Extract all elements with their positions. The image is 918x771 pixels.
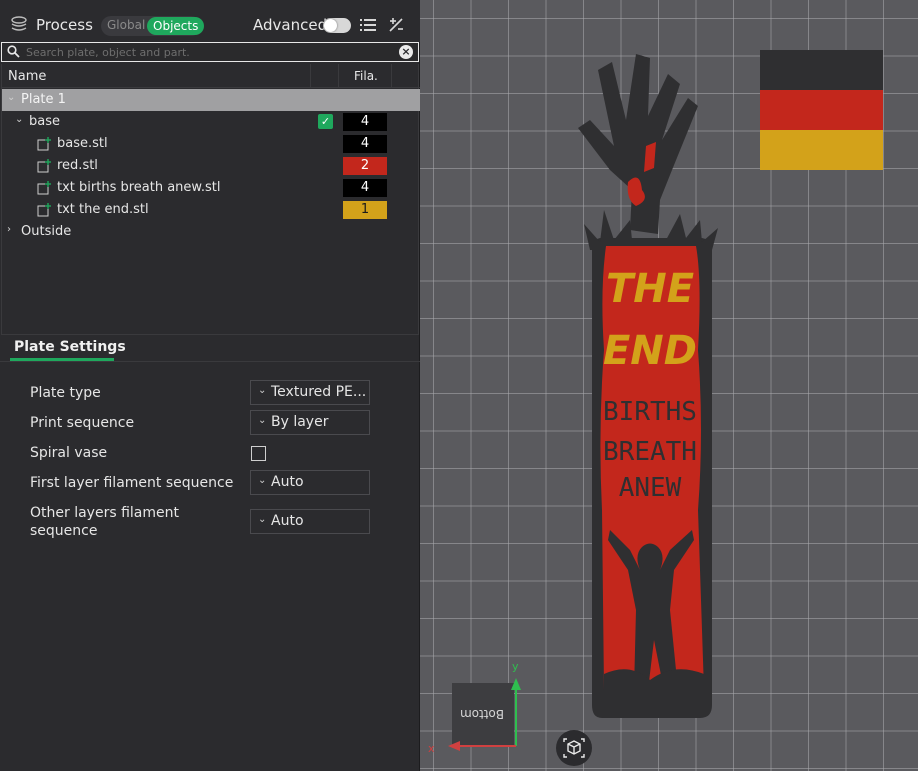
flag-stripe-black <box>760 50 883 90</box>
mode-objects[interactable]: Objects <box>147 17 205 35</box>
plate-type-select[interactable]: ⌄ Textured PE... <box>250 380 370 405</box>
part-label: red.stl <box>57 158 98 173</box>
layers-icon <box>11 16 27 31</box>
plate-type-label: Plate type <box>30 385 101 401</box>
advanced-toggle[interactable] <box>323 18 351 33</box>
chevron-down-icon: ⌄ <box>258 514 267 525</box>
divider <box>0 361 420 362</box>
part-label: txt the end.stl <box>57 202 149 217</box>
object-label: base <box>29 114 60 129</box>
column-divider <box>338 64 339 88</box>
model-text-the: THE <box>606 266 694 312</box>
3d-viewport[interactable]: THE END BIRTHS BREATH ANEW Bottom y x <box>420 0 918 771</box>
filament-badge[interactable]: 2 <box>343 157 387 175</box>
filament-badge[interactable]: 1 <box>343 201 387 219</box>
process-header: Process Global Objects Advanced <box>0 0 420 42</box>
print-sequence-value: By layer <box>271 414 329 430</box>
axis-x-label: x <box>428 742 435 755</box>
column-name[interactable]: Name <box>8 69 46 84</box>
model-text-breath: BREATH <box>603 437 697 467</box>
column-filament[interactable]: Fila. <box>354 69 378 83</box>
other-layers-label: Other layers filament <box>30 505 179 521</box>
filament-badge[interactable]: 4 <box>343 135 387 153</box>
tree-row-part[interactable]: red.stl 2 <box>2 155 420 177</box>
flag-model[interactable] <box>760 50 883 170</box>
search-input[interactable] <box>26 44 394 60</box>
part-icon <box>37 181 51 195</box>
part-icon <box>37 159 51 173</box>
chevron-down-icon[interactable]: ⌄ <box>15 114 23 125</box>
list-icon[interactable] <box>360 18 376 32</box>
spiral-vase-checkbox[interactable] <box>251 446 266 461</box>
chevron-right-icon[interactable]: › <box>7 224 11 235</box>
first-layer-select[interactable]: ⌄ Auto <box>250 470 370 495</box>
object-tree: Name Fila. ⌄ Plate 1 ⌄ base ✓ 4 base.stl… <box>1 64 420 335</box>
axis-y-label: y <box>512 660 519 673</box>
tree-row-outside[interactable]: › Outside <box>2 221 420 243</box>
left-panel: Process Global Objects Advanced × Name <box>0 0 420 771</box>
filament-badge[interactable]: 4 <box>343 179 387 197</box>
part-label: txt births breath anew.stl <box>57 180 221 195</box>
model-hand <box>578 54 698 234</box>
first-layer-label: First layer filament sequence <box>30 475 234 491</box>
tree-row-part[interactable]: txt births breath anew.stl 4 <box>2 177 420 199</box>
clear-icon[interactable]: × <box>399 45 413 59</box>
mode-switch[interactable]: Global Objects <box>101 16 205 36</box>
flag-stripe-red <box>760 90 883 130</box>
column-divider <box>310 64 311 88</box>
axis-gizmo: y x <box>428 660 521 755</box>
tree-row-part[interactable]: txt the end.stl 1 <box>2 199 420 221</box>
other-layers-value: Auto <box>271 513 304 529</box>
print-sequence-select[interactable]: ⌄ By layer <box>250 410 370 435</box>
print-sequence-label: Print sequence <box>30 415 135 431</box>
model-text-end: END <box>603 328 697 374</box>
other-layers-label-cont: sequence <box>30 523 98 539</box>
mode-global[interactable]: Global <box>107 18 145 32</box>
spiral-vase-label: Spiral vase <box>30 445 108 461</box>
tab-plate-settings[interactable]: Plate Settings <box>14 339 126 355</box>
model-text-births: BIRTHS <box>603 397 697 427</box>
plate-settings-panel: Plate Settings Plate type ⌄ Textured PE.… <box>0 336 420 771</box>
tree-row-object[interactable]: ⌄ base ✓ 4 <box>2 111 420 133</box>
outside-label: Outside <box>21 224 72 239</box>
filament-badge[interactable]: 4 <box>343 113 387 131</box>
other-layers-select[interactable]: ⌄ Auto <box>250 509 370 534</box>
part-icon <box>37 203 51 217</box>
compare-icon[interactable] <box>388 17 404 33</box>
plate-type-value: Textured PE... <box>271 384 367 400</box>
search-bar: × <box>1 42 419 62</box>
tree-header: Name Fila. <box>2 64 420 88</box>
cube-view-icon <box>563 738 585 758</box>
part-icon <box>37 137 51 151</box>
tree-row-plate[interactable]: ⌄ Plate 1 <box>2 89 420 111</box>
part-label: base.stl <box>57 136 108 151</box>
bookmark-model[interactable]: THE END BIRTHS BREATH ANEW <box>570 50 730 720</box>
chevron-down-icon: ⌄ <box>258 415 267 426</box>
view-toggle-button[interactable] <box>556 730 592 766</box>
chevron-down-icon: ⌄ <box>258 475 267 486</box>
plate-label: Plate 1 <box>21 92 66 107</box>
model-text-anew: ANEW <box>619 473 682 503</box>
process-title: Process <box>36 16 93 34</box>
chevron-down-icon[interactable]: ⌄ <box>7 92 15 103</box>
column-divider <box>391 64 392 88</box>
first-layer-value: Auto <box>271 474 304 490</box>
flag-stripe-gold <box>760 130 883 170</box>
search-icon <box>7 45 20 58</box>
checkbox-icon[interactable]: ✓ <box>318 114 333 129</box>
chevron-down-icon: ⌄ <box>258 385 267 396</box>
advanced-label: Advanced <box>253 16 328 34</box>
tree-row-part[interactable]: base.stl 4 <box>2 133 420 155</box>
